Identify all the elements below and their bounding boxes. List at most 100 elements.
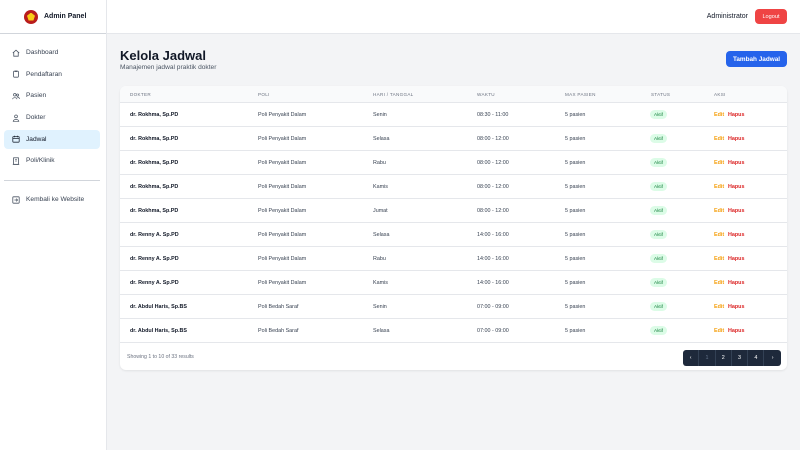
time-cell: 08:00 - 12:00 (477, 160, 509, 166)
edit-button[interactable]: Edit (714, 256, 724, 262)
poli-cell: Poli Bedah Saraf (258, 304, 299, 310)
page-2-button[interactable]: 2 (716, 350, 732, 366)
delete-button[interactable]: Hapus (728, 160, 744, 166)
doctor-cell: dr. Abdul Haris, Sp.BS (130, 328, 188, 334)
table-row: dr. Renny A. Sp.PD Poli Penyakit Dalam Sel… (120, 222, 787, 246)
sidebar-nav: Dashboard Pendaftaran Pasien Dokter Jadw… (0, 34, 106, 209)
day-cell: Rabu (373, 160, 386, 166)
time-cell: 07:00 - 09:00 (477, 304, 509, 310)
delete-button[interactable]: Hapus (728, 136, 744, 142)
sidebar-item-pasien[interactable]: Pasien (4, 86, 100, 105)
page-title: Kelola Jadwal (120, 48, 206, 63)
day-cell: Rabu (373, 256, 386, 262)
table-row: dr. Rokhma, Sp.PD Poli Penyakit Dalam Seni… (120, 102, 787, 126)
edit-button[interactable]: Edit (714, 328, 724, 334)
column-header: Aksi (714, 92, 726, 97)
edit-button[interactable]: Edit (714, 136, 724, 142)
sidebar-item-dokter[interactable]: Dokter (4, 108, 100, 127)
edit-button[interactable]: Edit (714, 280, 724, 286)
users-icon (12, 92, 20, 100)
table-row: dr. Rokhma, Sp.PD Poli Penyakit Dalam Kami… (120, 174, 787, 198)
back-to-website-label: Kembali ke Website (26, 196, 85, 204)
time-cell: 08:00 - 12:00 (477, 136, 509, 142)
delete-button[interactable]: Hapus (728, 232, 744, 238)
sidebar: Admin Panel Dashboard Pendaftaran Pasien… (0, 0, 107, 450)
edit-button[interactable]: Edit (714, 112, 724, 118)
sidebar-item-label: Jadwal (26, 135, 47, 143)
max-patients-cell: 5 pasien (565, 328, 586, 334)
delete-button[interactable]: Hapus (728, 256, 744, 262)
doctor-cell: dr. Rokhma, Sp.PD (130, 184, 179, 190)
max-patients-cell: 5 pasien (565, 280, 586, 286)
add-schedule-button[interactable]: Tambah Jadwal (726, 51, 787, 67)
time-cell: 14:00 - 16:00 (477, 256, 509, 262)
delete-button[interactable]: Hapus (728, 184, 744, 190)
status-badge: Aktif (650, 254, 667, 263)
doctor-cell: dr. Rokhma, Sp.PD (130, 112, 179, 118)
table-row: dr. Rokhma, Sp.PD Poli Penyakit Dalam Juma… (120, 198, 787, 222)
sidebar-item-label: Pasien (26, 92, 47, 100)
table-row: dr. Rokhma, Sp.PD Poli Penyakit Dalam Sela… (120, 126, 787, 150)
page-1-button[interactable]: 1 (699, 350, 716, 366)
next-page-button[interactable]: › (764, 350, 780, 366)
max-patients-cell: 5 pasien (565, 256, 586, 262)
logout-button[interactable]: Logout (755, 9, 787, 24)
day-cell: Senin (373, 304, 387, 310)
prev-page-button[interactable]: ‹ (683, 350, 700, 366)
time-cell: 08:00 - 12:00 (477, 208, 509, 214)
day-cell: Kamis (373, 280, 388, 286)
delete-button[interactable]: Hapus (728, 280, 744, 286)
status-badge: Aktif (650, 206, 667, 215)
logo-icon (24, 9, 38, 24)
sidebar-item-label: Dokter (26, 114, 46, 122)
delete-button[interactable]: Hapus (728, 208, 744, 214)
schedule-table-card: Dokter Poli Hari / Tanggal Waktu Max Pasien S… (120, 86, 787, 370)
user-name: Administrator (706, 13, 748, 20)
page-3-button[interactable]: 3 (732, 350, 749, 366)
edit-button[interactable]: Edit (714, 232, 724, 238)
poli-cell: Poli Penyakit Dalam (258, 232, 307, 238)
sidebar-item-label: Pendaftaran (26, 70, 62, 78)
poli-cell: Poli Penyakit Dalam (258, 136, 307, 142)
day-cell: Senin (373, 112, 387, 118)
sidebar-item-label: Dashboard (26, 49, 59, 56)
sidebar-item-poli-klinik[interactable]: Poli/Klinik (4, 151, 100, 170)
doctor-cell: dr. Rokhma, Sp.PD (130, 136, 179, 142)
back-to-website-link[interactable]: Kembali ke Website (4, 190, 100, 209)
time-cell: 14:00 - 16:00 (477, 280, 509, 286)
edit-button[interactable]: Edit (714, 208, 724, 214)
max-patients-cell: 5 pasien (565, 112, 586, 118)
column-header: Hari / Tanggal (373, 92, 414, 97)
table-row: dr. Abdul Haris, Sp.BS Poli Bedah Saraf Se… (120, 294, 787, 318)
calendar-icon (12, 135, 20, 143)
sidebar-item-dashboard[interactable]: Dashboard (4, 43, 100, 62)
topbar: Administrator Logout (107, 0, 800, 34)
column-header: Max Pasien (565, 92, 596, 97)
edit-button[interactable]: Edit (714, 160, 724, 166)
column-header: Waktu (477, 92, 495, 97)
table-row: dr. Renny A. Sp.PD Poli Penyakit Dalam Rab… (120, 246, 787, 270)
day-cell: Selasa (373, 328, 390, 334)
table-row: dr. Abdul Haris, Sp.BS Poli Bedah Saraf Se… (120, 318, 787, 342)
max-patients-cell: 5 pasien (565, 208, 586, 214)
page-4-button[interactable]: 4 (748, 350, 765, 366)
sidebar-item-pendaftaran[interactable]: Pendaftaran (4, 65, 100, 84)
doctor-cell: dr. Rokhma, Sp.PD (130, 208, 179, 214)
brand-title: Admin Panel (44, 13, 87, 20)
delete-button[interactable]: Hapus (728, 304, 744, 310)
status-badge: Aktif (650, 158, 667, 167)
delete-button[interactable]: Hapus (728, 328, 744, 334)
poli-cell: Poli Bedah Saraf (258, 328, 299, 334)
poli-cell: Poli Penyakit Dalam (258, 256, 307, 262)
doctor-cell: dr. Rokhma, Sp.PD (130, 160, 179, 166)
sidebar-item-jadwal[interactable]: Jadwal (4, 129, 100, 149)
status-badge: Aktif (650, 134, 667, 143)
brand[interactable]: Admin Panel (0, 0, 106, 34)
delete-button[interactable]: Hapus (728, 112, 744, 118)
edit-button[interactable]: Edit (714, 304, 724, 310)
time-cell: 08:30 - 11:00 (477, 112, 509, 118)
status-badge: Aktif (650, 230, 667, 239)
edit-button[interactable]: Edit (714, 184, 724, 190)
max-patients-cell: 5 pasien (565, 184, 586, 190)
sidebar-divider (4, 180, 100, 182)
